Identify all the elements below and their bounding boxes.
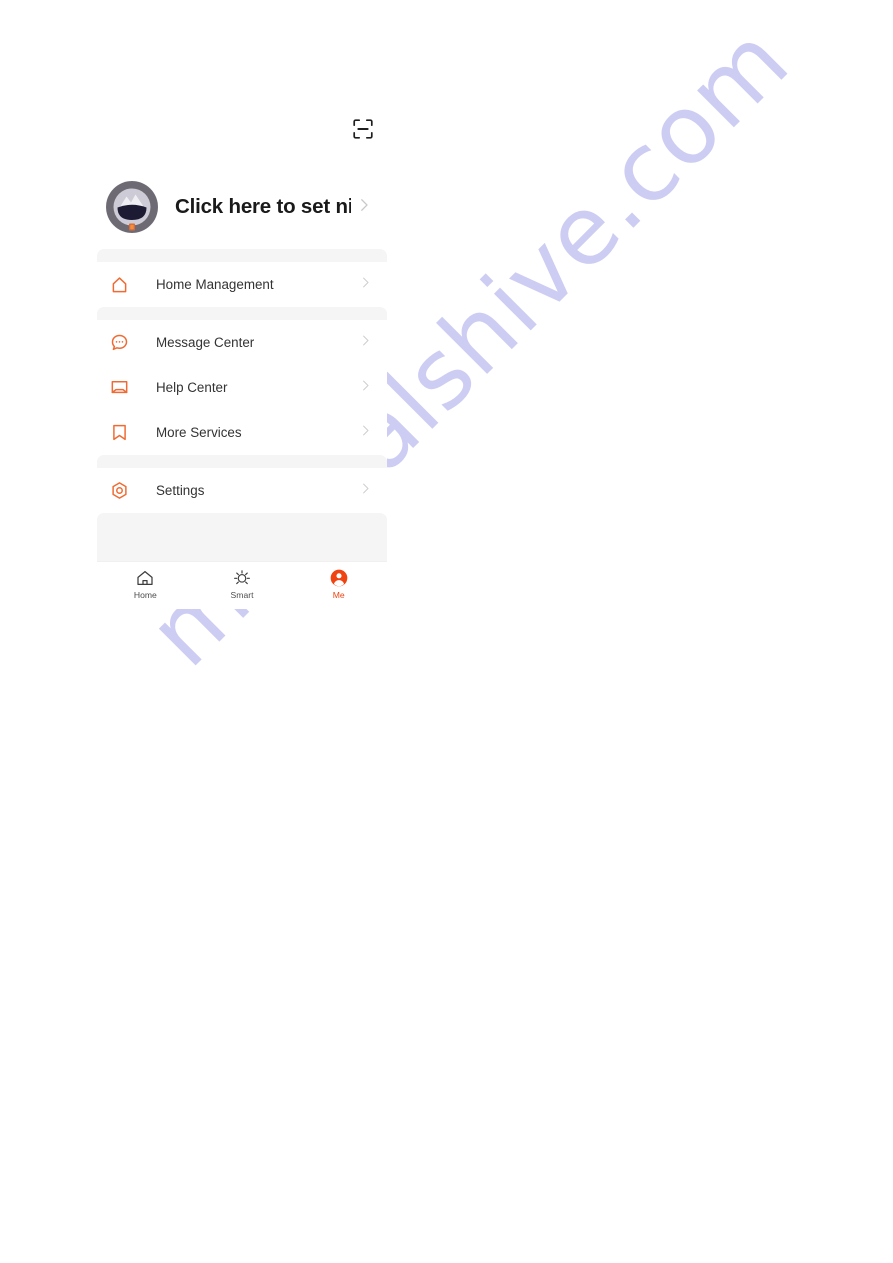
menu-item-label: Settings (156, 482, 205, 498)
menu-item-label: Message Center (156, 334, 255, 350)
menu-item-help-center[interactable]: Help Center (97, 365, 387, 410)
avatar[interactable] (106, 181, 158, 233)
nav-item-label: Me (332, 590, 345, 600)
nav-item-label: Smart (230, 590, 254, 600)
section-divider-band (97, 455, 387, 468)
chevron-right-icon (355, 196, 373, 219)
nav-item-home[interactable]: Home (97, 562, 194, 600)
bottom-navigation-bar: Home Smart Me (97, 561, 387, 607)
chevron-right-icon (358, 333, 373, 353)
profile-row[interactable]: Click here to set ni… (97, 165, 387, 249)
menu-group-settings: Settings (97, 468, 387, 513)
section-divider-band (97, 249, 387, 262)
smart-sun-icon (232, 568, 252, 588)
home-outline-icon (108, 274, 130, 296)
nav-item-me[interactable]: Me (290, 562, 387, 600)
chevron-right-icon (358, 378, 373, 398)
chevron-right-icon (358, 275, 373, 295)
menu-group-services: Message Center Help Center More Services (97, 320, 387, 455)
section-divider-band (97, 307, 387, 320)
menu-item-more-services[interactable]: More Services (97, 410, 387, 455)
menu-item-home-management[interactable]: Home Management (97, 262, 387, 307)
nav-item-smart[interactable]: Smart (194, 562, 291, 600)
menu-item-label: Help Center (156, 379, 228, 395)
menu-group-home: Home Management (97, 262, 387, 307)
chevron-right-icon (358, 481, 373, 501)
chevron-right-icon (358, 423, 373, 443)
menu-item-label: More Services (156, 424, 242, 440)
menu-item-message-center[interactable]: Message Center (97, 320, 387, 365)
message-bubble-icon (108, 332, 130, 354)
bottom-filler-band (97, 513, 387, 561)
menu-item-settings[interactable]: Settings (97, 468, 387, 513)
app-screen-me: Click here to set ni… Home Management (97, 97, 387, 609)
profile-nickname-label: Click here to set ni… (175, 195, 351, 218)
menu-item-label: Home Management (156, 276, 274, 292)
bookmark-icon (108, 422, 130, 444)
me-person-icon (329, 568, 349, 588)
nav-item-label: Home (133, 590, 157, 600)
settings-hexagon-icon (108, 480, 130, 502)
scan-qr-icon[interactable] (351, 117, 375, 141)
home-nav-icon (135, 568, 155, 588)
top-bar (97, 97, 387, 165)
open-book-icon (108, 377, 130, 399)
